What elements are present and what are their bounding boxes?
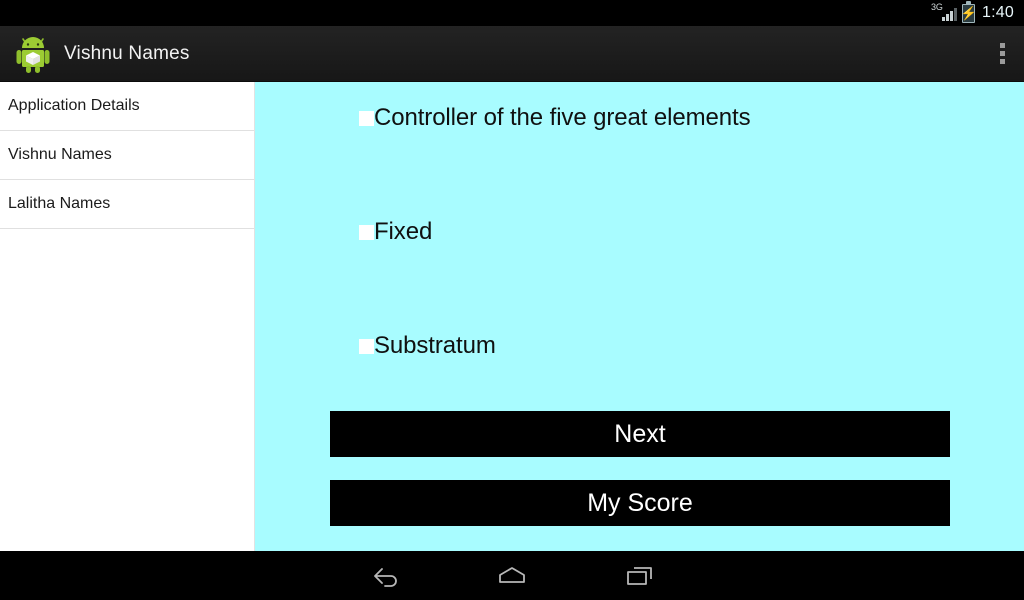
sidebar-item-vishnu-names[interactable]: Vishnu Names bbox=[0, 131, 254, 180]
recent-apps-icon[interactable] bbox=[576, 551, 704, 600]
charging-bolt-icon: ⚡ bbox=[960, 5, 977, 21]
quiz-option-label: Fixed bbox=[374, 218, 433, 245]
navigation-bar bbox=[0, 551, 1024, 600]
sidebar-item-lalitha-names[interactable]: Lalitha Names bbox=[0, 180, 254, 229]
network-type-label: 3G bbox=[931, 2, 943, 12]
page-title: Vishnu Names bbox=[64, 42, 190, 64]
radio-button-icon[interactable] bbox=[359, 338, 374, 354]
overflow-menu-icon[interactable] bbox=[998, 39, 1006, 69]
quiz-pane: Controller of the five great elements Fi… bbox=[255, 82, 1024, 551]
signal-strength-bars bbox=[942, 8, 958, 21]
back-arrow-icon[interactable] bbox=[320, 551, 448, 600]
android-robot-icon bbox=[14, 34, 52, 74]
sidebar-item-label: Vishnu Names bbox=[8, 146, 112, 163]
sidebar-item-label: Application Details bbox=[8, 97, 140, 114]
status-bar-right-group: 3G ⚡ 1:40 bbox=[931, 0, 1014, 26]
main-content: Application Details Vishnu Names Lalitha… bbox=[0, 82, 1024, 551]
my-score-button[interactable]: My Score bbox=[330, 480, 950, 526]
quiz-option-label: Controller of the five great elements bbox=[374, 104, 751, 131]
signal-bars-icon: 3G bbox=[931, 2, 958, 23]
sidebar: Application Details Vishnu Names Lalitha… bbox=[0, 82, 255, 551]
status-bar-clock: 1:40 bbox=[982, 4, 1014, 21]
quiz-option-2[interactable]: Fixed bbox=[359, 218, 432, 246]
radio-button-icon[interactable] bbox=[359, 110, 374, 126]
action-bar: Vishnu Names bbox=[0, 26, 1024, 82]
battery-charging-icon: ⚡ bbox=[960, 0, 977, 23]
sidebar-item-label: Lalitha Names bbox=[8, 195, 111, 212]
radio-button-icon[interactable] bbox=[359, 224, 374, 240]
quiz-option-label: Substratum bbox=[374, 332, 496, 359]
next-button[interactable]: Next bbox=[330, 411, 950, 457]
quiz-option-1[interactable]: Controller of the five great elements bbox=[359, 104, 751, 132]
sidebar-item-application-details[interactable]: Application Details bbox=[0, 82, 254, 131]
status-bar: 3G ⚡ 1:40 bbox=[0, 0, 1024, 26]
quiz-option-3[interactable]: Substratum bbox=[359, 332, 496, 360]
home-icon[interactable] bbox=[448, 551, 576, 600]
android-tablet-screen: 3G ⚡ 1:40 Vishnu Names Application Detai… bbox=[0, 0, 1024, 600]
